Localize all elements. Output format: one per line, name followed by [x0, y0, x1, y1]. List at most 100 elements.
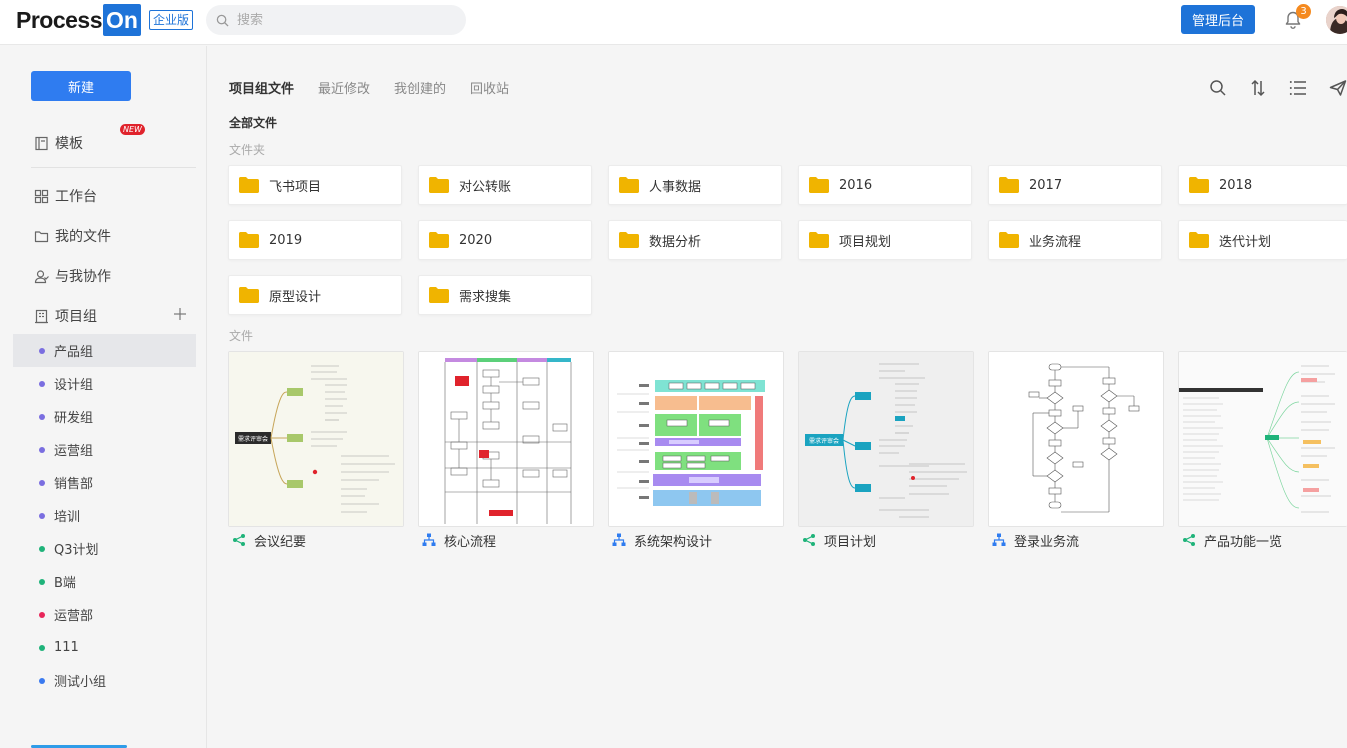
- folder-name: 迭代计划: [1219, 234, 1272, 250]
- file-name-text: 会议纪要: [254, 534, 307, 550]
- thumbnail-root-text: 需求评审会: [238, 435, 268, 443]
- group-label: 研发组: [54, 411, 94, 426]
- file-name-text: 项目计划: [824, 534, 877, 550]
- logo-on-mark: On: [103, 4, 141, 36]
- folder-card[interactable]: 2019: [228, 220, 402, 260]
- group-dot: [39, 545, 45, 552]
- file-card[interactable]: 需求评审会: [798, 351, 974, 527]
- flowchart-thumbnail: [419, 352, 593, 526]
- file-name[interactable]: 登录业务流: [992, 531, 1080, 550]
- file-name[interactable]: 项目计划: [802, 531, 877, 550]
- tab-recent[interactable]: 最近修改: [318, 78, 370, 98]
- file-name[interactable]: 产品功能一览: [1182, 531, 1282, 550]
- folder-card[interactable]: 2020: [418, 220, 592, 260]
- folder-card[interactable]: 原型设计: [228, 275, 402, 315]
- folder-icon: [999, 232, 1019, 248]
- search-box[interactable]: [206, 5, 466, 35]
- sidebar-item-project-groups[interactable]: 项目组: [34, 305, 97, 327]
- group-item[interactable]: 销售部: [13, 466, 196, 499]
- folder-card[interactable]: 飞书项目: [228, 165, 402, 205]
- notification-badge: 3: [1296, 4, 1311, 19]
- tab-trash[interactable]: 回收站: [470, 78, 509, 98]
- sidebar-divider: [31, 167, 196, 168]
- file-card[interactable]: [1178, 351, 1347, 527]
- group-label: 111: [54, 640, 79, 655]
- tab-project-files[interactable]: 项目组文件: [229, 78, 294, 98]
- search-input[interactable]: [235, 11, 435, 29]
- new-button[interactable]: 新建: [31, 71, 131, 101]
- folder-name: 2016: [839, 177, 873, 193]
- flowchart-icon: [612, 533, 626, 546]
- folder-icon: [809, 177, 829, 193]
- sidebar-item-templates[interactable]: 模板 NEW: [34, 124, 145, 154]
- folder-card[interactable]: 2017: [988, 165, 1162, 205]
- folder-card[interactable]: 数据分析: [608, 220, 782, 260]
- folder-card[interactable]: 人事数据: [608, 165, 782, 205]
- group-item[interactable]: 研发组: [13, 400, 196, 433]
- admin-console-button[interactable]: 管理后台: [1181, 5, 1255, 34]
- folder-card[interactable]: 项目规划: [798, 220, 972, 260]
- group-item[interactable]: 运营部: [13, 598, 196, 631]
- send-icon[interactable]: [1329, 79, 1347, 97]
- flowchart-icon: [992, 533, 1006, 546]
- folder-name: 业务流程: [1029, 234, 1082, 250]
- folder-card[interactable]: 2016: [798, 165, 972, 205]
- new-badge: NEW: [120, 124, 145, 135]
- group-item[interactable]: 111: [13, 631, 196, 664]
- folder-icon: [429, 232, 449, 248]
- group-item[interactable]: 测试小组: [13, 664, 196, 697]
- folder-name: 项目规划: [839, 234, 892, 250]
- top-bar: ProcessOn 企业版 管理后台 3: [0, 0, 1347, 45]
- file-card[interactable]: [418, 351, 594, 527]
- group-item[interactable]: Q3计划: [13, 532, 196, 565]
- processon-logo[interactable]: Process On 企业版: [16, 4, 193, 36]
- sidebar-item-workbench[interactable]: 工作台: [34, 185, 97, 207]
- mindmap-thumbnail: 需求评审会: [229, 352, 403, 526]
- dashboard-icon: [34, 189, 49, 203]
- search-icon[interactable]: [1209, 79, 1227, 97]
- folder-card[interactable]: 2018: [1178, 165, 1347, 205]
- sidebar-item-my-files[interactable]: 我的文件: [34, 225, 111, 247]
- group-item[interactable]: 培训: [13, 499, 196, 532]
- flowchart-thumbnail: [989, 352, 1163, 526]
- folder-icon: [1189, 232, 1209, 248]
- sidebar-item-label: 我的文件: [55, 229, 111, 245]
- group-dot: [39, 446, 45, 453]
- group-item[interactable]: 设计组: [13, 367, 196, 400]
- folder-name: 2018: [1219, 177, 1253, 193]
- folder-card[interactable]: 对公转账: [418, 165, 592, 205]
- folder-card[interactable]: 需求搜集: [418, 275, 592, 315]
- sort-icon[interactable]: [1249, 79, 1267, 97]
- folder-icon: [999, 177, 1019, 193]
- collaborate-icon: [34, 269, 49, 283]
- folder-card[interactable]: 迭代计划: [1178, 220, 1347, 260]
- user-avatar[interactable]: [1326, 6, 1347, 34]
- group-item[interactable]: 产品组: [13, 334, 196, 367]
- mindmap-icon: [803, 534, 815, 546]
- file-card[interactable]: [608, 351, 784, 527]
- file-name[interactable]: 系统架构设计: [612, 531, 713, 550]
- breadcrumb[interactable]: 全部文件: [229, 114, 277, 131]
- file-name[interactable]: 会议纪要: [232, 531, 307, 550]
- file-name[interactable]: 核心流程: [422, 531, 496, 550]
- sidebar-item-label: 模板: [55, 136, 83, 152]
- folder-card[interactable]: 业务流程: [988, 220, 1162, 260]
- group-item[interactable]: 运营组: [13, 433, 196, 466]
- folder-icon: [429, 287, 449, 303]
- architecture-thumbnail: [609, 352, 783, 526]
- file-card[interactable]: [988, 351, 1164, 527]
- group-item[interactable]: B端: [13, 565, 196, 598]
- sidebar-item-shared[interactable]: 与我协作: [34, 265, 111, 287]
- file-name-text: 登录业务流: [1014, 534, 1080, 550]
- list-view-icon[interactable]: [1289, 79, 1307, 97]
- flowchart-icon: [422, 533, 436, 546]
- add-group-icon[interactable]: [173, 307, 187, 321]
- file-name-text: 系统架构设计: [634, 534, 713, 550]
- folder-icon: [619, 232, 639, 248]
- file-tabs: 项目组文件 最近修改 我创建的 回收站: [229, 78, 533, 98]
- group-label: B端: [54, 576, 76, 591]
- folder-name: 需求搜集: [459, 289, 512, 305]
- folder-icon: [619, 177, 639, 193]
- file-card[interactable]: 需求评审会: [228, 351, 404, 527]
- tab-created-by-me[interactable]: 我创建的: [394, 78, 446, 98]
